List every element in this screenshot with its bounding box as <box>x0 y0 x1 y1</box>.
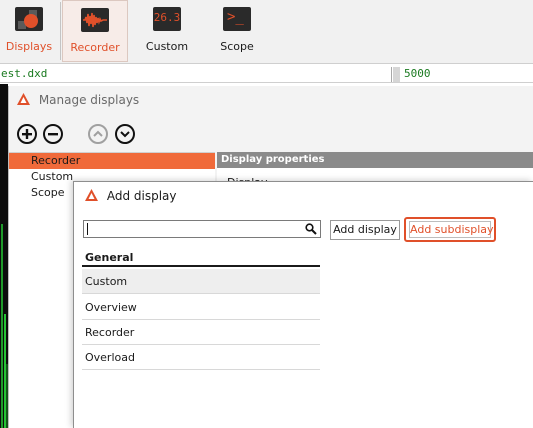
list-item-overload[interactable]: Overload <box>82 345 320 370</box>
add-subdisplay-button[interactable]: Add subdisplay <box>404 217 496 242</box>
recorder-button[interactable]: Recorder <box>62 0 128 62</box>
value-field[interactable]: 5000 <box>401 67 533 82</box>
custom-button-label: Custom <box>145 40 189 53</box>
file-bar: est.dxd 5000 <box>0 66 533 83</box>
scope-button[interactable]: >_ Scope <box>204 0 270 62</box>
move-down-icon[interactable] <box>115 124 135 144</box>
manage-displays-title: Manage displays <box>38 93 140 107</box>
file-name-field[interactable]: est.dxd <box>0 67 392 82</box>
app-logo-icon <box>85 189 98 204</box>
move-up-icon[interactable] <box>88 124 108 144</box>
scope-terminal-icon: >_ <box>223 7 251 31</box>
recorder-waveform-icon <box>81 8 109 32</box>
display-properties-header: Display properties <box>217 152 533 168</box>
app-window: Displays Recorder 26.3 Custom >_ Scope e… <box>0 0 533 428</box>
tree-item-recorder[interactable]: Recorder <box>9 153 215 169</box>
manage-displays-title-bar: Manage displays <box>17 93 139 109</box>
list-item-overview[interactable]: Overview <box>82 295 320 320</box>
custom-button[interactable]: 26.3 Custom <box>134 0 200 62</box>
add-display-button[interactable]: Add display <box>330 220 400 240</box>
scope-button-label: Scope <box>220 40 254 53</box>
app-logo-icon <box>17 93 30 108</box>
recorder-button-label: Recorder <box>70 41 120 54</box>
add-display-title-bar: Add display <box>85 189 176 204</box>
add-subdisplay-label: Add subdisplay <box>409 221 494 238</box>
text-caret <box>87 223 88 235</box>
list-item-custom[interactable]: Custom <box>82 269 320 294</box>
custom-readout-text: 26.3 <box>153 11 181 24</box>
add-display-title: Add display <box>106 189 177 203</box>
search-input[interactable] <box>83 220 321 238</box>
displays-button-label: Displays <box>5 40 53 53</box>
scope-prompt-text: >_ <box>227 9 244 25</box>
ribbon-separator <box>60 2 61 60</box>
search-icon[interactable] <box>305 223 317 238</box>
background-plot <box>0 84 8 428</box>
custom-digital-readout-icon: 26.3 <box>153 7 181 31</box>
remove-icon[interactable] <box>43 124 63 144</box>
list-group-header: General <box>82 248 320 267</box>
add-display-dialog: Add display Add display Add subdisplay G… <box>73 181 533 428</box>
add-icon[interactable] <box>17 124 37 144</box>
ribbon-toolbar: Displays Recorder 26.3 Custom >_ Scope <box>0 0 533 64</box>
display-type-list: General Custom Overview Recorder Overloa… <box>82 248 320 428</box>
file-bar-divider <box>393 67 400 82</box>
displays-button[interactable]: Displays <box>0 0 58 62</box>
displays-icon <box>15 7 43 31</box>
list-item-recorder[interactable]: Recorder <box>82 320 320 345</box>
